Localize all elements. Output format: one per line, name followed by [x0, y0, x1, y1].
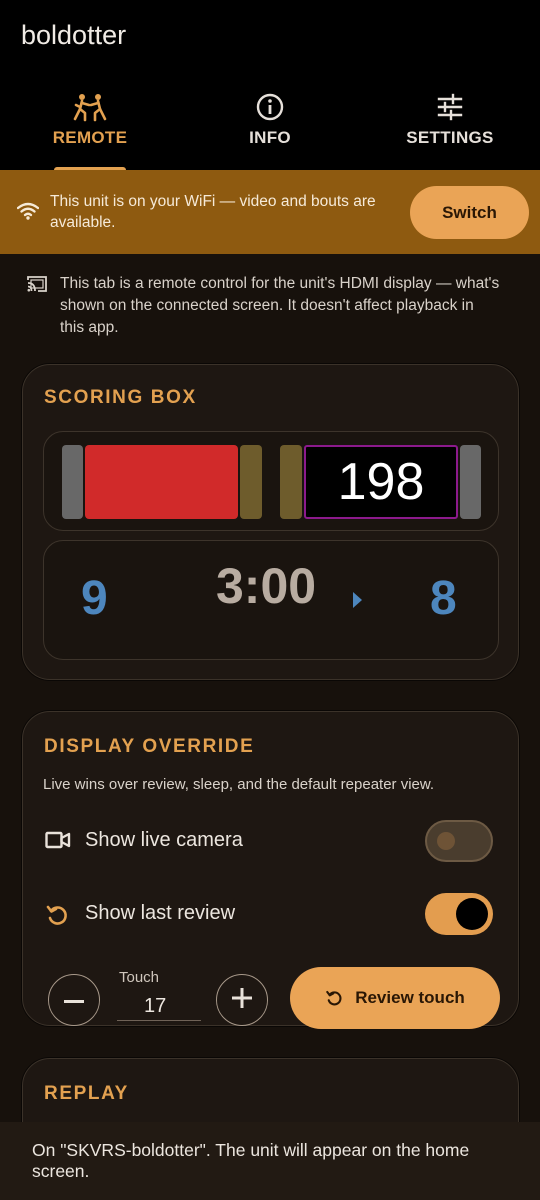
info-icon: [255, 92, 285, 122]
touch-field[interactable]: Touch 17: [117, 969, 201, 1021]
tab-remote-label: REMOTE: [52, 128, 128, 147]
wifi-banner: This unit is on your WiFi — video and bo…: [0, 170, 540, 254]
left-score: 9: [81, 572, 108, 625]
display-override-description: Live wins over review, sleep, and the de…: [43, 776, 435, 793]
right-white-light: [460, 445, 481, 519]
hdmi-note-text: This tab is a remote control for the uni…: [60, 275, 500, 336]
wifi-icon: [16, 202, 40, 225]
plus-icon: [232, 987, 252, 1013]
toggle-knob: [456, 898, 488, 930]
fencers-icon: [72, 92, 108, 122]
touch-field-value[interactable]: 17: [144, 995, 166, 1018]
app-bar: boldotter: [0, 0, 540, 78]
replay-icon: [45, 903, 69, 932]
score-panel: 9 3:00 8: [43, 540, 499, 660]
left-yellow-light: [240, 445, 262, 519]
show-last-review-toggle[interactable]: [425, 893, 493, 935]
review-touch-label: Review touch: [355, 988, 465, 1007]
show-last-review-row[interactable]: Show last review: [45, 893, 495, 937]
display-override-title: DISPLAY OVERRIDE: [44, 736, 255, 757]
right-touch-number: 198: [304, 445, 458, 519]
snackbar: On "SKVRS-boldotter". The unit will appe…: [0, 1122, 540, 1200]
right-score: 8: [430, 572, 457, 625]
cast-icon: [27, 275, 47, 298]
left-white-light: [62, 445, 83, 519]
sliders-icon: [435, 92, 465, 122]
wifi-banner-text: This unit is on your WiFi — video and bo…: [50, 193, 376, 231]
show-live-camera-row[interactable]: Show live camera: [45, 820, 495, 864]
review-touch-button[interactable]: Review touch: [290, 967, 500, 1029]
app-title: boldotter: [21, 20, 127, 50]
touch-increment-button[interactable]: [216, 974, 268, 1026]
replay-icon: [325, 989, 343, 1007]
snackbar-text: On "SKVRS-boldotter". The unit will appe…: [32, 1140, 470, 1181]
tab-remote[interactable]: REMOTE: [0, 78, 180, 170]
priority-arrow-icon: [353, 592, 362, 608]
tab-settings[interactable]: SETTINGS: [360, 78, 540, 170]
right-yellow-light: [280, 445, 302, 519]
scoring-lights-panel: 198: [43, 431, 499, 531]
display-override-card: DISPLAY OVERRIDE Live wins over review, …: [22, 711, 519, 1029]
replay-title: REPLAY: [44, 1083, 129, 1104]
remote-content[interactable]: This unit is on your WiFi — video and bo…: [0, 170, 540, 1200]
show-last-review-label: Show last review: [85, 902, 236, 924]
toggle-knob: [437, 832, 455, 850]
tab-info-label: INFO: [249, 128, 291, 147]
show-live-camera-toggle[interactable]: [425, 820, 493, 862]
minus-icon: [64, 991, 84, 1009]
show-live-camera-label: Show live camera: [85, 829, 243, 851]
tab-info[interactable]: INFO: [180, 78, 360, 170]
scoring-box-title: SCORING BOX: [44, 387, 197, 408]
touch-field-label: Touch: [118, 969, 160, 986]
bout-clock: 3:00: [216, 558, 317, 614]
scoring-box-card: SCORING BOX 198 9 3:00 8: [22, 364, 519, 680]
switch-button[interactable]: Switch: [410, 186, 529, 239]
video-camera-icon: [45, 830, 71, 855]
tab-bar: REMOTE INFO SETTINGS: [0, 78, 540, 170]
tab-settings-label: SETTINGS: [406, 128, 494, 147]
left-red-light: [85, 445, 238, 519]
touch-decrement-button[interactable]: [48, 974, 100, 1026]
